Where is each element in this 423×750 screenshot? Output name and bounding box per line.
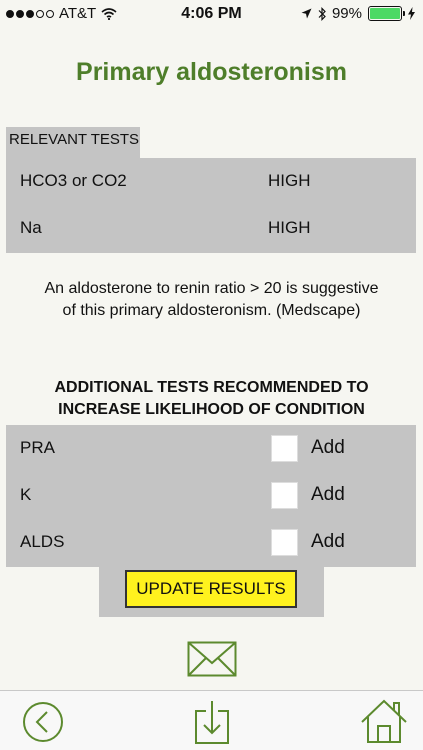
- test-name: PRA: [20, 438, 55, 457]
- test-value: HIGH: [268, 171, 311, 190]
- charging-bolt-icon: [408, 7, 415, 20]
- test-name: HCO3 or CO2: [20, 171, 127, 190]
- add-pra-checkbox[interactable]: [271, 435, 298, 462]
- table-row: K Add: [6, 472, 416, 519]
- table-row: Na HIGH: [6, 205, 416, 252]
- home-icon[interactable]: [360, 698, 408, 744]
- add-label: Add: [311, 531, 345, 552]
- ratio-note: An aldosterone to renin ratio > 20 is su…: [0, 278, 423, 322]
- bluetooth-icon: [318, 6, 326, 21]
- location-arrow-icon: [301, 8, 312, 19]
- table-row: HCO3 or CO2 HIGH: [6, 158, 416, 205]
- additional-tests-panel: PRA Add K Add ALDS Add: [6, 425, 416, 567]
- bottom-toolbar: [0, 690, 423, 750]
- back-icon[interactable]: [22, 701, 64, 743]
- status-bar: AT&T 4:06 PM 99%: [0, 0, 423, 28]
- additional-tests-heading: ADDITIONAL TESTS RECOMMENDED TO INCREASE…: [0, 377, 423, 421]
- mail-icon[interactable]: [187, 641, 237, 677]
- add-label: Add: [311, 437, 345, 458]
- ratio-note-line: An aldosterone to renin ratio > 20 is su…: [44, 280, 379, 297]
- table-row: ALDS Add: [6, 519, 416, 566]
- battery-icon: [368, 6, 405, 21]
- battery-fill: [370, 8, 400, 19]
- add-k-checkbox[interactable]: [271, 482, 298, 509]
- test-name: K: [20, 485, 32, 504]
- table-row: PRA Add: [6, 425, 416, 472]
- update-results-button[interactable]: UPDATE RESULTS: [125, 570, 297, 608]
- update-panel: UPDATE RESULTS: [99, 567, 324, 617]
- page-title: Primary aldosteronism: [76, 58, 347, 86]
- battery-percent: 99%: [331, 5, 362, 22]
- additional-tests-heading-line: ADDITIONAL TESTS RECOMMENDED TO: [54, 379, 369, 396]
- relevant-tests-heading: RELEVANT TESTS: [6, 127, 140, 158]
- ratio-note-line: of this primary aldosteronism. (Medscape…: [62, 302, 361, 319]
- status-right: 99%: [301, 5, 415, 22]
- add-alds-checkbox[interactable]: [271, 529, 298, 556]
- test-name: Na: [20, 218, 42, 237]
- test-value: HIGH: [268, 218, 311, 237]
- additional-tests-heading-line: INCREASE LIKELIHOOD OF CONDITION: [58, 401, 365, 418]
- relevant-tests-panel: HCO3 or CO2 HIGH Na HIGH: [6, 158, 416, 253]
- download-icon[interactable]: [194, 699, 230, 745]
- add-label: Add: [311, 484, 345, 505]
- test-name: ALDS: [20, 532, 65, 551]
